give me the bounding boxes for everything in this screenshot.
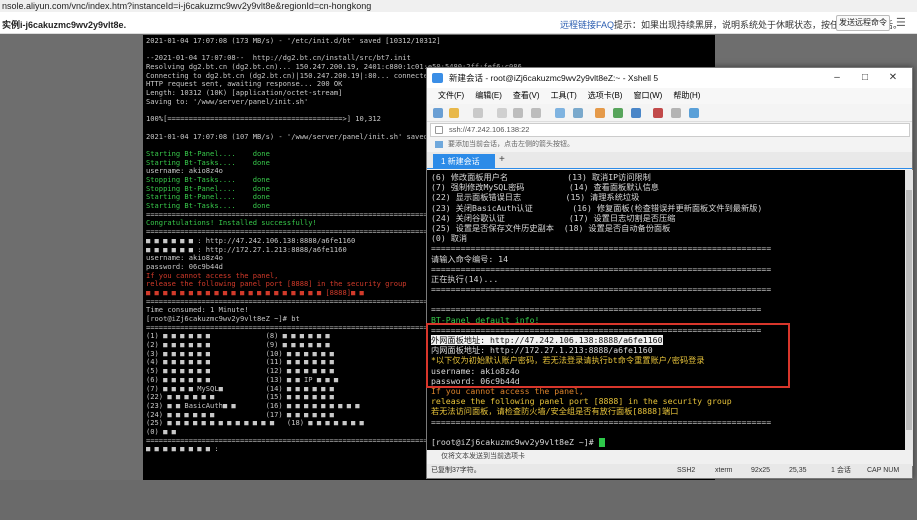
terminal-line: ========================================… xyxy=(431,243,901,253)
script-icon[interactable] xyxy=(631,108,641,118)
status-position: 25,35 xyxy=(789,467,807,474)
menu-item[interactable]: 文件(F) xyxy=(438,91,464,100)
xshell-menubar: 文件(F) 编辑(E) 查看(V) 工具(T) 选项卡(B) 窗口(W) 帮助(H) xyxy=(427,88,912,104)
terminal-line: (24) 关闭谷歌认证 (17) 设置日志切割是否压缩 xyxy=(431,213,901,223)
terminal-line: ========================================… xyxy=(431,284,901,294)
status-caps: CAP NUM xyxy=(867,467,900,474)
browser-address-bar[interactable]: nsole.aliyun.com/vnc/index.htm?instanceI… xyxy=(0,0,917,12)
close-icon[interactable]: ✕ xyxy=(879,68,907,88)
terminal-line: (6) 修改面板用户名 (13) 取消IP访问限制 xyxy=(431,172,901,182)
terminal-line-text: [root@iZj6cakuzmc9wv2y9vlt8eZ ~]# xyxy=(431,436,599,447)
terminal-line: ========================================… xyxy=(431,417,901,427)
status-sessions: 1 会话 xyxy=(831,467,851,474)
xshell-toolbar xyxy=(427,104,912,122)
terminal-line: 请输入命令编号: 14 xyxy=(431,254,901,264)
page-background xyxy=(0,35,143,520)
terminal-scrollbar[interactable] xyxy=(905,170,913,466)
menu-item[interactable]: 编辑(E) xyxy=(475,91,502,100)
send-keys-button[interactable]: 发送远程命令 xyxy=(836,15,890,31)
xshell-app-icon xyxy=(432,73,443,83)
paste-icon[interactable] xyxy=(513,108,523,118)
terminal-line: ========================================… xyxy=(431,304,901,314)
terminal-line: (0) 取消 xyxy=(431,233,901,243)
session-tabbar: 1 新建会话 + xyxy=(427,152,912,169)
send-target-bar[interactable]: 仅将文本发送到当前选项卡 xyxy=(427,450,912,464)
transfer-icon[interactable] xyxy=(613,108,623,118)
lock-icon xyxy=(435,126,443,134)
page-bottom xyxy=(0,480,917,520)
terminal-line: 正在执行(14)... xyxy=(431,274,901,284)
session-hint-text: 要添加当前会话，点击左侧的箭头按钮。 xyxy=(448,141,574,148)
terminal-line: (7) 强制修改MySQL密码 (14) 查看面板默认信息 xyxy=(431,182,901,192)
menu-item[interactable]: 选项卡(B) xyxy=(588,91,623,100)
menu-item[interactable]: 工具(T) xyxy=(551,91,577,100)
print-icon[interactable] xyxy=(555,108,565,118)
terminal-line: 若无法访问面板，请检查防火墙/安全组是否有放行面板[8888]端口 xyxy=(431,406,901,416)
vnc-page-header: 实例i-j6cakuzmc9wv2y9vlt8e. 远程链接FAQ 提示：如果出… xyxy=(0,12,917,34)
terminal-line: (25) 设置是否保存文件历史副本 (18) 设置是否自动备份面板 xyxy=(431,223,901,233)
status-term: xterm xyxy=(715,467,733,474)
menu-item[interactable]: 查看(V) xyxy=(513,91,540,100)
console-line: 2021-01-04 17:07:08 (173 MB/s) - '/etc/i… xyxy=(146,36,441,45)
xshell-statusbar: 已复制37字符。 SSH2 xterm 92x25 25,35 1 会话 CAP… xyxy=(427,464,912,478)
copy-icon[interactable] xyxy=(497,108,507,118)
menu-icon[interactable]: ☰ xyxy=(896,16,910,30)
keyboard-icon[interactable] xyxy=(671,108,681,118)
bookmark-icon[interactable] xyxy=(435,141,443,148)
highlight-annotation-box xyxy=(426,323,790,388)
terminal-line-text: (6) 修改面板用户名 (13) 取消IP访问限制 xyxy=(431,172,651,182)
terminal-line-text: 正在执行(14)... xyxy=(431,273,499,284)
xshell-titlebar[interactable]: 新建会话 - root@iZj6cakuzmc9wv2y9vlt8eZ:~ - … xyxy=(427,68,912,88)
session-address-value: ssh://47.242.106.138:22 xyxy=(449,125,530,134)
menu-item[interactable]: 窗口(W) xyxy=(633,91,662,100)
tab-new-session[interactable]: 1 新建会话 xyxy=(433,154,495,169)
lock-icon[interactable] xyxy=(653,108,663,118)
terminal-line-text: ========================================… xyxy=(431,243,772,254)
terminal-line: (22) 显示面板错误日志 (15) 清理系统垃圾 xyxy=(431,192,901,202)
session-address-field[interactable]: ssh://47.242.106.138:22 xyxy=(430,123,910,137)
terminal-line: ========================================… xyxy=(431,264,901,274)
add-tab-icon[interactable]: + xyxy=(499,154,505,165)
terminal-line-text: ========================================… xyxy=(431,263,772,274)
terminal-line-text: (0) 取消 xyxy=(431,233,468,244)
status-message: 已复制37字符。 xyxy=(431,467,481,474)
terminal-line-text: (25) 设置是否保存文件历史副本 (18) 设置是否自动备份面板 xyxy=(431,222,671,233)
xshell-terminal[interactable]: (6) 修改面板用户名 (13) 取消IP访问限制 (7) 强制修改MySQL密码… xyxy=(427,170,905,466)
new-session-icon[interactable] xyxy=(433,108,443,118)
status-size: 92x25 xyxy=(751,467,771,474)
terminal-line: [root@iZj6cakuzmc9wv2y9vlt8eZ ~]# xyxy=(431,437,901,447)
terminal-cursor xyxy=(598,437,605,447)
menu-item[interactable]: 帮助(H) xyxy=(673,91,700,100)
maximize-icon[interactable]: □ xyxy=(851,68,879,88)
session-hint: 要添加当前会话，点击左侧的箭头按钮。 xyxy=(430,138,910,151)
terminal-line-text: (23) 关闭BasicAuth认证 (16) 修复面板(检查错误并更新面板文件… xyxy=(431,202,763,213)
xshell-window[interactable]: 新建会话 - root@iZj6cakuzmc9wv2y9vlt8eZ:~ - … xyxy=(426,67,913,479)
scrollbar-thumb[interactable] xyxy=(906,190,912,430)
instance-label: 实例i-j6cakuzmc9wv2y9vlt8e. xyxy=(2,20,127,30)
faq-link[interactable]: 远程链接FAQ xyxy=(560,18,614,31)
open-folder-icon[interactable] xyxy=(449,108,459,118)
terminal-line-text: 请输入命令编号: 14 xyxy=(431,253,509,264)
terminal-line-text: ========================================… xyxy=(431,284,772,295)
xshell-title: 新建会话 - root@iZj6cakuzmc9wv2y9vlt8eZ:~ - … xyxy=(449,73,659,83)
send-target-text: 仅将文本发送到当前选项卡 xyxy=(441,453,525,460)
help-icon[interactable] xyxy=(689,108,699,118)
terminal-line-text: ========================================… xyxy=(431,416,772,427)
terminal-line-text: ========================================… xyxy=(431,304,762,315)
font-icon[interactable] xyxy=(595,108,605,118)
terminal-line-text: release the following panel port [8888] … xyxy=(431,396,732,407)
terminal-line-text: (7) 强制修改MySQL密码 (14) 查看面板默认信息 xyxy=(431,182,659,193)
disconnect-icon[interactable] xyxy=(473,108,483,118)
terminal-line-text: (22) 显示面板错误日志 (15) 清理系统垃圾 xyxy=(431,192,640,203)
find-icon[interactable] xyxy=(531,108,541,118)
settings-icon[interactable] xyxy=(573,108,583,118)
terminal-line-text: 若无法访问面板，请检查防火墙/安全组是否有放行面板[8888]端口 xyxy=(431,406,679,417)
minimize-icon[interactable]: – xyxy=(823,68,851,88)
terminal-line-text: (24) 关闭谷歌认证 (17) 设置日志切割是否压缩 xyxy=(431,212,676,223)
terminal-line: (23) 关闭BasicAuth认证 (16) 修复面板(检查错误并更新面板文件… xyxy=(431,203,901,213)
status-protocol: SSH2 xyxy=(677,467,696,474)
terminal-line: release the following panel port [8888] … xyxy=(431,396,901,406)
